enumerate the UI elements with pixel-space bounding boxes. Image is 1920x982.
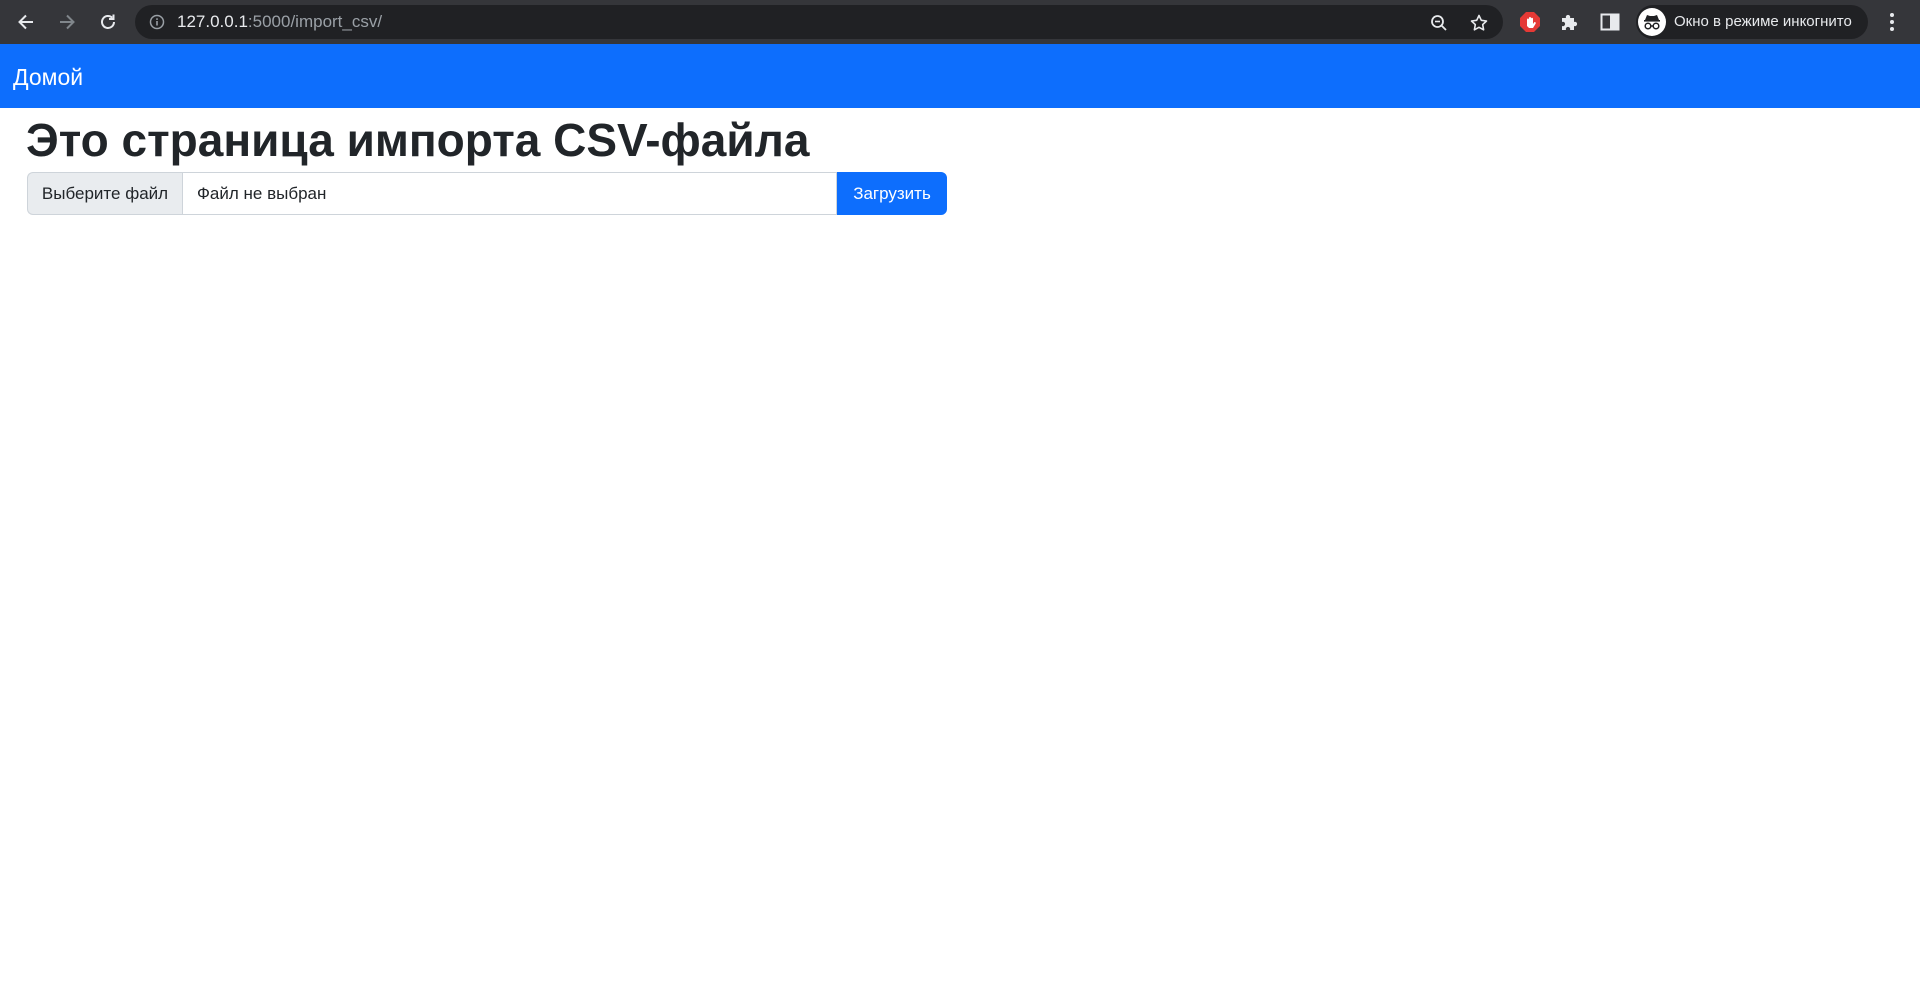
home-link[interactable]: Домой: [13, 64, 83, 90]
more-vert-icon[interactable]: [1880, 10, 1904, 34]
star-icon[interactable]: [1469, 13, 1489, 33]
url-host: 127.0.0.1: [177, 12, 248, 31]
zoom-out-icon[interactable]: [1429, 13, 1449, 33]
back-arrow-icon[interactable]: [12, 8, 40, 36]
csv-upload-form: Выберите файл Файл не выбран Загрузить: [27, 172, 947, 215]
address-bar[interactable]: 127.0.0.1:5000/import_csv/: [135, 5, 1503, 39]
adblock-icon[interactable]: [1518, 10, 1542, 34]
forward-arrow-icon[interactable]: [53, 8, 81, 36]
url-path: :5000/import_csv/: [247, 12, 383, 31]
file-status-text[interactable]: Файл не выбран: [182, 172, 837, 215]
top-navbar: Домой: [0, 44, 1920, 108]
reload-icon[interactable]: [94, 8, 122, 36]
choose-file-button[interactable]: Выберите файл: [27, 172, 182, 215]
puzzle-icon[interactable]: [1558, 10, 1582, 34]
url-text: 127.0.0.1:5000/import_csv/: [177, 13, 382, 31]
incognito-icon: [1638, 8, 1666, 36]
incognito-profile-chip[interactable]: Окно в режиме инкогнито: [1636, 5, 1868, 39]
side-panel-icon[interactable]: [1598, 10, 1622, 34]
info-icon[interactable]: [149, 14, 165, 30]
incognito-label: Окно в режиме инкогнито: [1674, 13, 1852, 30]
browser-toolbar: 127.0.0.1:5000/import_csv/ Окно в режиме…: [0, 0, 1920, 44]
upload-button[interactable]: Загрузить: [837, 172, 947, 215]
page-title: Это страница импорта CSV-файла: [26, 114, 810, 166]
